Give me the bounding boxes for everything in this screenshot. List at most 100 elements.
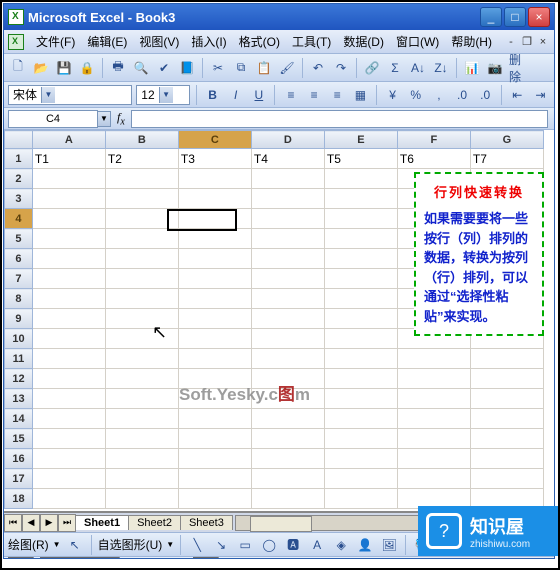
- select-all-corner[interactable]: [5, 131, 33, 149]
- workbook-close-button[interactable]: ×: [536, 35, 550, 49]
- cell-D1[interactable]: T4: [251, 149, 324, 169]
- row-header-13[interactable]: 13: [5, 389, 33, 409]
- ime-button[interactable]: ⌨: [126, 559, 157, 560]
- workbook-minimize-button[interactable]: -: [504, 35, 518, 49]
- menu-file[interactable]: 文件(F): [30, 31, 81, 52]
- tab-first-icon[interactable]: ⏮: [4, 514, 22, 532]
- research-icon[interactable]: 📘: [177, 58, 197, 78]
- camera-icon[interactable]: 📷: [485, 58, 505, 78]
- tab-last-icon[interactable]: ⏭: [58, 514, 76, 532]
- menu-help[interactable]: 帮助(H): [445, 31, 498, 52]
- col-header-A[interactable]: A: [32, 131, 105, 149]
- redo-icon[interactable]: ↷: [331, 58, 351, 78]
- clipart-icon[interactable]: 👤: [355, 535, 375, 555]
- ime-indicator-2[interactable]: 快乐五笔: [40, 557, 120, 559]
- chevron-down-icon[interactable]: ▼: [159, 87, 173, 103]
- sheet-tab-2[interactable]: Sheet2: [128, 515, 181, 530]
- cell-C1[interactable]: T3: [178, 149, 251, 169]
- cell-E1[interactable]: T5: [324, 149, 397, 169]
- sheet-tab-1[interactable]: Sheet1: [75, 515, 129, 530]
- line-icon[interactable]: ╲: [187, 535, 207, 555]
- underline-icon[interactable]: U: [249, 85, 268, 105]
- menu-window[interactable]: 窗口(W): [390, 31, 445, 52]
- align-left-icon[interactable]: ≡: [281, 85, 300, 105]
- menu-insert[interactable]: 插入(I): [185, 31, 232, 52]
- cell-G1[interactable]: T7: [470, 149, 543, 169]
- worksheet-grid[interactable]: A B C D E F G 1 T1 T2 T3 T4 T5 T6 T7 2 3…: [4, 130, 554, 512]
- row-header-9[interactable]: 9: [5, 309, 33, 329]
- ime-button-2[interactable]: ✎: [163, 559, 187, 560]
- row-header-6[interactable]: 6: [5, 249, 33, 269]
- currency-icon[interactable]: ¥: [383, 85, 402, 105]
- menu-edit[interactable]: 编辑(E): [81, 31, 133, 52]
- wordart-icon[interactable]: A: [307, 535, 327, 555]
- select-objects-icon[interactable]: ↖: [65, 535, 85, 555]
- spelling-icon[interactable]: ✔: [154, 58, 174, 78]
- row-header-16[interactable]: 16: [5, 449, 33, 469]
- fx-icon[interactable]: fx: [117, 110, 125, 127]
- maximize-button[interactable]: □: [504, 7, 526, 27]
- increase-decimal-icon[interactable]: .0: [452, 85, 471, 105]
- merge-center-icon[interactable]: ▦: [351, 85, 370, 105]
- picture-icon[interactable]: 🖼: [379, 535, 399, 555]
- font-size-combo[interactable]: 12 ▼: [136, 85, 190, 105]
- workbook-restore-button[interactable]: ❐: [520, 35, 534, 49]
- row-header-1[interactable]: 1: [5, 149, 33, 169]
- menu-view[interactable]: 视图(V): [133, 31, 185, 52]
- row-header-5[interactable]: 5: [5, 229, 33, 249]
- ime-button-4[interactable]: ◐: [225, 559, 246, 560]
- row-header-12[interactable]: 12: [5, 369, 33, 389]
- save-icon[interactable]: 💾: [54, 58, 74, 78]
- copy-icon[interactable]: ⧉: [231, 58, 251, 78]
- col-header-C[interactable]: C: [178, 131, 251, 149]
- row-header-14[interactable]: 14: [5, 409, 33, 429]
- chevron-down-icon[interactable]: ▼: [41, 87, 55, 103]
- align-center-icon[interactable]: ≡: [305, 85, 324, 105]
- comma-icon[interactable]: ,: [429, 85, 448, 105]
- row-header-11[interactable]: 11: [5, 349, 33, 369]
- ime-button-3[interactable]: 。: [193, 557, 219, 559]
- row-header-2[interactable]: 2: [5, 169, 33, 189]
- new-icon[interactable]: 🗋: [8, 58, 28, 78]
- close-button[interactable]: ×: [528, 7, 550, 27]
- autoshapes-menu[interactable]: 自选图形(U): [98, 536, 163, 553]
- percent-icon[interactable]: %: [406, 85, 425, 105]
- rectangle-icon[interactable]: ▭: [235, 535, 255, 555]
- diagram-icon[interactable]: ◈: [331, 535, 351, 555]
- oval-icon[interactable]: ◯: [259, 535, 279, 555]
- menu-tools[interactable]: 工具(T): [286, 31, 337, 52]
- row-header-8[interactable]: 8: [5, 289, 33, 309]
- sheet-tab-3[interactable]: Sheet3: [180, 515, 233, 530]
- draw-menu[interactable]: 绘图(R): [8, 536, 49, 553]
- cell-F1[interactable]: T6: [397, 149, 470, 169]
- increase-indent-icon[interactable]: ⇥: [531, 85, 550, 105]
- decrease-indent-icon[interactable]: ⇤: [508, 85, 527, 105]
- sort-asc-icon[interactable]: A↓: [408, 58, 428, 78]
- menu-data[interactable]: 数据(D): [337, 31, 390, 52]
- formula-input[interactable]: [131, 110, 548, 128]
- cell-A1[interactable]: T1: [32, 149, 105, 169]
- workbook-icon[interactable]: [8, 34, 24, 50]
- decrease-decimal-icon[interactable]: .0: [476, 85, 495, 105]
- cell-B1[interactable]: T2: [105, 149, 178, 169]
- undo-icon[interactable]: ↶: [308, 58, 328, 78]
- cell-C4[interactable]: [178, 209, 251, 229]
- textbox-icon[interactable]: 🅰: [283, 535, 303, 555]
- row-header-7[interactable]: 7: [5, 269, 33, 289]
- col-header-D[interactable]: D: [251, 131, 324, 149]
- col-header-F[interactable]: F: [397, 131, 470, 149]
- format-painter-icon[interactable]: 🖌: [277, 58, 297, 78]
- preview-icon[interactable]: 🔍: [131, 58, 151, 78]
- row-header-3[interactable]: 3: [5, 189, 33, 209]
- sort-desc-icon[interactable]: Z↓: [431, 58, 451, 78]
- minimize-button[interactable]: _: [480, 7, 502, 27]
- cut-icon[interactable]: ✂: [208, 58, 228, 78]
- autosum-icon[interactable]: Σ: [385, 58, 405, 78]
- hyperlink-icon[interactable]: 🔗: [362, 58, 382, 78]
- paste-icon[interactable]: 📋: [254, 58, 274, 78]
- chart-icon[interactable]: 📊: [462, 58, 482, 78]
- print-icon[interactable]: 🖶: [108, 58, 128, 78]
- col-header-B[interactable]: B: [105, 131, 178, 149]
- col-header-G[interactable]: G: [470, 131, 543, 149]
- name-box[interactable]: C4: [8, 110, 98, 128]
